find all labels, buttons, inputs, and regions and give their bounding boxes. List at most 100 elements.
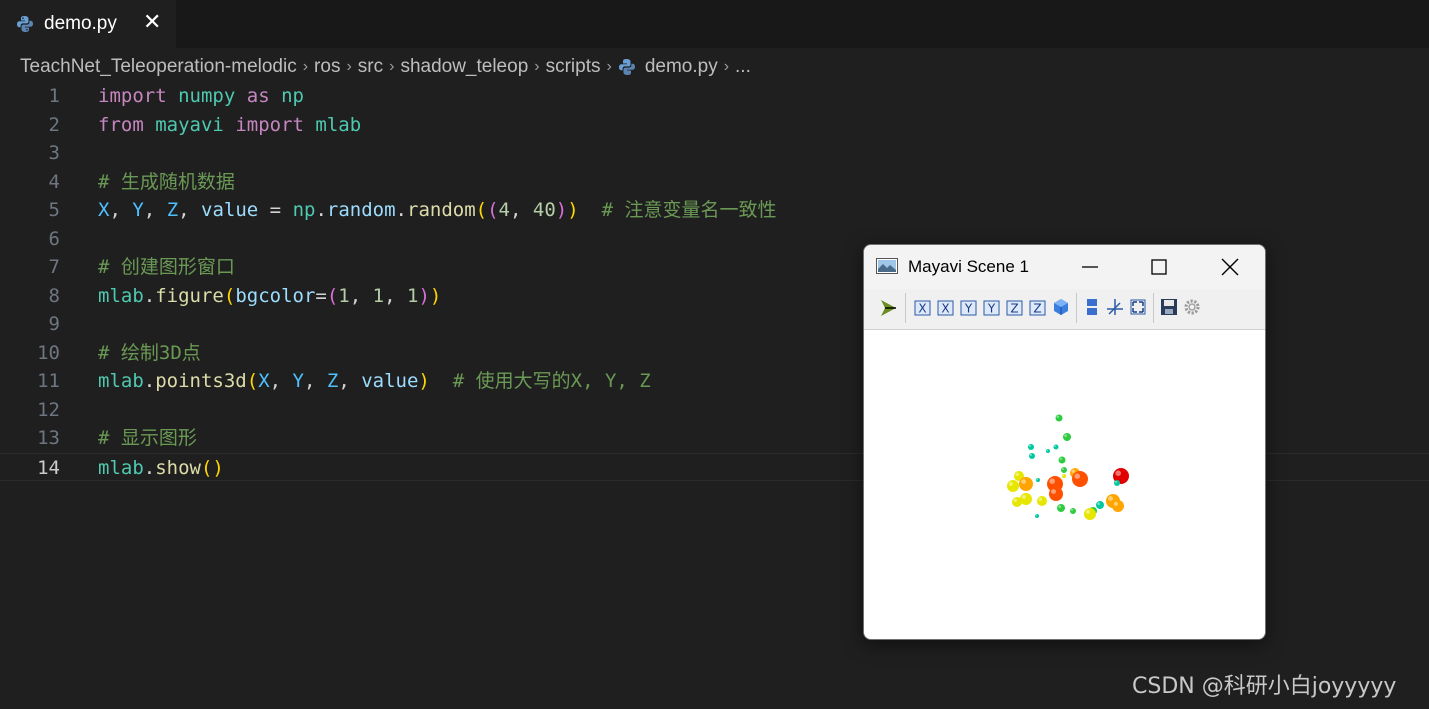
chevron-right-icon: › [302, 58, 309, 75]
code-token: ) [418, 370, 430, 392]
breadcrumb-item-project[interactable]: TeachNet_Teleoperation-melodic [20, 56, 297, 78]
3d-scene-view[interactable] [864, 330, 1265, 639]
view-minus-x-icon[interactable]: X [937, 299, 955, 317]
code-token: , [338, 370, 362, 392]
svg-text:X: X [941, 302, 949, 316]
scene-point-highlight [1074, 473, 1080, 479]
close-icon[interactable]: ✕ [143, 10, 161, 35]
code-text: mlab.show() [98, 454, 224, 482]
code-token: mlab [315, 113, 362, 136]
code-line[interactable]: 5 X, Y, Z, value = np.random.random((4, 4… [0, 196, 1429, 224]
chevron-right-icon: › [723, 58, 730, 75]
breadcrumb-item-scripts[interactable]: scripts [546, 56, 601, 78]
code-token: ) [429, 284, 442, 307]
close-icon[interactable] [1212, 253, 1248, 281]
code-token: 40 [532, 199, 556, 221]
code-token: Y [292, 370, 304, 392]
scene-point [1112, 500, 1124, 512]
scene-point [1035, 514, 1039, 518]
maximize-icon[interactable] [1141, 253, 1177, 281]
axes-indicator-icon[interactable] [1106, 298, 1124, 316]
breadcrumb-item-src[interactable]: src [358, 56, 383, 78]
code-token: = [258, 199, 293, 221]
code-token: # 注意变量名一致性 [601, 199, 777, 221]
breadcrumb-item-file[interactable]: demo.py [645, 56, 718, 78]
scene-point-highlight [1038, 497, 1042, 501]
chevron-right-icon: › [389, 58, 395, 75]
tab-bar: demo.py ✕ [0, 0, 1429, 48]
window-titlebar[interactable]: Mayavi Scene 1 [864, 245, 1265, 289]
scene-point-highlight [1059, 457, 1062, 460]
view-plus-x-icon[interactable]: X [914, 299, 932, 317]
code-token: , [384, 284, 407, 307]
minimize-icon[interactable] [1072, 253, 1108, 281]
mayavi-pipeline-icon[interactable] [878, 297, 900, 319]
code-token: points3d [155, 370, 247, 392]
svg-text:Y: Y [964, 302, 973, 316]
breadcrumb-item-shadow-teleop[interactable]: shadow_teleop [400, 56, 528, 78]
code-token: , [143, 199, 167, 221]
scene-point [1072, 471, 1088, 487]
view-plus-y-icon[interactable]: Y [960, 299, 978, 317]
parallel-projection-icon[interactable] [1083, 298, 1101, 316]
code-token: bgcolor [235, 284, 316, 307]
code-token: 4 [498, 199, 510, 221]
scene-point [1037, 496, 1047, 506]
code-line[interactable]: 3 [0, 139, 1429, 167]
code-token: value [201, 199, 259, 221]
points3d-render [1007, 414, 1129, 520]
code-token: 1 [372, 284, 385, 307]
watermark: CSDN @科研小白joyyyyy [1132, 674, 1397, 699]
code-text: from mayavi import mlab [98, 111, 361, 139]
scene-point [1057, 504, 1065, 512]
scene-point-highlight [1035, 514, 1038, 517]
code-token: as [246, 85, 270, 107]
window-title: Mayavi Scene 1 [908, 257, 1029, 276]
view-plus-z-icon[interactable]: Z [1006, 299, 1024, 317]
scene-point [1029, 453, 1035, 459]
code-token: import [98, 85, 167, 107]
code-text: # 绘制3D点 [98, 339, 201, 367]
scene-point [1070, 508, 1076, 514]
code-line[interactable]: 4 # 生成随机数据 [0, 168, 1429, 196]
breadcrumb-item-ros[interactable]: ros [314, 56, 340, 78]
code-line[interactable]: 2 from mayavi import mlab [0, 111, 1429, 139]
code-token: ) [418, 284, 430, 307]
code-token: figure [155, 284, 224, 307]
line-number: 2 [48, 113, 60, 136]
mayavi-scene-window[interactable]: Mayavi Scene 1 X X Y Y Z Z [863, 244, 1266, 640]
code-token: , [349, 284, 373, 307]
chevron-right-icon: › [534, 58, 540, 75]
scene-point-highlight [1054, 445, 1056, 447]
tab-label: demo.py [44, 13, 117, 34]
breadcrumb-item-symbol[interactable]: ... [735, 56, 751, 78]
code-token: () [200, 456, 224, 479]
settings-icon[interactable] [1183, 298, 1201, 316]
scene-point [1049, 487, 1063, 501]
chevron-right-icon: › [606, 58, 612, 75]
scene-point-highlight [1097, 502, 1100, 505]
isometric-view-icon[interactable] [1052, 298, 1070, 316]
code-token: ) [555, 199, 568, 221]
scene-point-highlight [1008, 481, 1013, 486]
save-icon[interactable] [1160, 298, 1178, 316]
code-token: , [109, 199, 133, 221]
code-text: # 显示图形 [98, 424, 197, 452]
code-token: X [258, 370, 270, 392]
full-screen-icon[interactable] [1129, 298, 1147, 316]
scene-point-highlight [1028, 444, 1031, 447]
tab-demo-py[interactable]: demo.py ✕ [0, 0, 176, 48]
code-token: # 生成随机数据 [98, 170, 235, 193]
view-minus-z-icon[interactable]: Z [1029, 299, 1047, 317]
code-text: import numpy as np [98, 82, 304, 110]
code-token: , [510, 199, 533, 221]
code-line[interactable]: 1 import numpy as np [0, 82, 1429, 110]
svg-text:Y: Y [987, 302, 996, 316]
scene-point [1055, 414, 1063, 422]
view-minus-y-icon[interactable]: Y [983, 299, 1001, 317]
code-token: = [315, 284, 327, 307]
scene-point [1084, 508, 1096, 520]
code-token: show [155, 456, 201, 479]
line-number: 5 [48, 199, 60, 221]
